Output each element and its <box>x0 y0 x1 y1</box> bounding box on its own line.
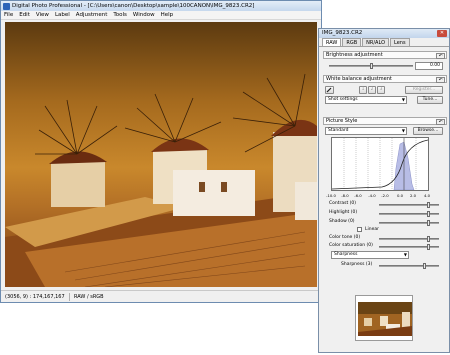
image-preview[interactable] <box>5 22 317 287</box>
tick-label: -10.0 <box>326 193 336 198</box>
tick-label: 2.0 <box>409 193 417 198</box>
tone-curve-histogram[interactable] <box>331 137 429 191</box>
menu-adjustment[interactable]: Adjustment <box>76 12 108 18</box>
reset-icon[interactable]: ↶ <box>436 76 445 83</box>
menu-bar: File Edit View Label Adjustment Tools Wi… <box>1 11 321 20</box>
sharpness-slider-thumb[interactable] <box>423 263 426 269</box>
browse-button[interactable]: Browse... <box>413 127 443 135</box>
shadow-slider-thumb[interactable] <box>427 220 430 226</box>
register-button[interactable]: Register... <box>405 86 443 94</box>
dropdown-arrow-icon: ▼ <box>401 128 405 133</box>
status-divider <box>69 292 70 301</box>
app-icon <box>3 2 10 10</box>
sharpness-label: Sharpness (3) <box>341 262 373 267</box>
highlight-label: Highlight (0) <box>329 210 358 215</box>
tick-label: 0.0 <box>396 193 404 198</box>
menu-view[interactable]: View <box>36 12 49 18</box>
tab-lens[interactable]: Lens <box>390 38 410 46</box>
tab-rgb[interactable]: RGB <box>342 38 362 46</box>
pixel-readout: (3056, 9) : 174,167,167 <box>5 293 65 300</box>
palette-title-bar[interactable]: IMG_9823.CR2 ✕ <box>319 29 449 38</box>
reset-icon[interactable]: ↶ <box>436 52 445 59</box>
menu-help[interactable]: Help <box>161 12 174 18</box>
brightness-header: Brightness adjustment ↶ <box>323 51 447 59</box>
picture-style-select-value: Standard <box>328 128 349 133</box>
linear-checkbox[interactable] <box>357 227 362 232</box>
dropdown-arrow-icon: ▼ <box>401 97 405 102</box>
window-title: Digital Photo Professional - [C:\Users\c… <box>12 3 255 9</box>
white-balance-label: White balance adjustment <box>326 76 392 82</box>
wb-step-3-button[interactable]: 3 <box>377 86 385 94</box>
menu-label[interactable]: Label <box>55 12 70 18</box>
menu-window[interactable]: Window <box>133 12 155 18</box>
picture-style-section: Picture Style ↶ <box>323 117 447 125</box>
color-tone-label: Color tone (0) <box>329 235 361 240</box>
linear-label: Linear <box>365 227 379 232</box>
wb-step-1-button[interactable]: 1 <box>359 86 367 94</box>
color-saturation-slider-thumb[interactable] <box>427 244 430 250</box>
contrast-slider-thumb[interactable] <box>427 202 430 208</box>
white-balance-select-value: Shot settings <box>328 97 358 102</box>
menu-tools[interactable]: Tools <box>113 12 127 18</box>
color-mode: RAW / sRGB <box>74 293 104 300</box>
picture-style-label: Picture Style <box>326 118 358 124</box>
brightness-section: Brightness adjustment ↶ <box>323 51 447 59</box>
tab-raw[interactable]: RAW <box>322 38 342 46</box>
brightness-slider-thumb[interactable] <box>369 63 373 69</box>
tick-label: -6.0 <box>354 193 362 198</box>
highlight-slider[interactable] <box>379 211 439 217</box>
tool-palette: IMG_9823.CR2 ✕ RAW RGB NR/ALO Lens Brigh… <box>318 28 450 353</box>
tick-label: -4.0 <box>368 193 376 198</box>
tick-label: -8.0 <box>341 193 349 198</box>
reset-icon[interactable]: ↶ <box>436 118 445 125</box>
contrast-slider[interactable] <box>379 202 439 208</box>
palette-title: IMG_9823.CR2 <box>322 30 363 36</box>
tone-curve-graphic <box>331 138 429 191</box>
brightness-value-field[interactable]: 0.00 <box>415 62 443 70</box>
sharpness-slider[interactable] <box>379 263 439 269</box>
title-bar[interactable]: Digital Photo Professional - [C:\Users\c… <box>1 1 321 11</box>
sharpness-mode-select[interactable]: Sharpness ▼ <box>331 251 409 259</box>
picture-style-select[interactable]: Standard ▼ <box>325 127 407 135</box>
brightness-slider[interactable] <box>329 63 413 69</box>
color-tone-slider[interactable] <box>379 236 439 242</box>
brightness-label: Brightness adjustment <box>326 52 383 58</box>
eyedropper-glyph <box>326 87 332 93</box>
shadow-label: Shadow (0) <box>329 219 355 224</box>
color-tone-slider-thumb[interactable] <box>427 236 430 242</box>
close-icon[interactable]: ✕ <box>437 30 447 37</box>
menu-edit[interactable]: Edit <box>19 12 30 18</box>
color-saturation-label: Color saturation (0) <box>329 243 373 248</box>
tune-button[interactable]: Tune... <box>417 96 443 104</box>
picture-style-header: Picture Style ↶ <box>323 117 447 125</box>
sharpness-mode-value: Sharpness <box>334 252 358 257</box>
thumbnail-photo <box>358 302 412 336</box>
wb-step-2-button[interactable]: 2 <box>368 86 376 94</box>
navigator-thumbnail[interactable] <box>355 295 413 341</box>
highlight-slider-thumb[interactable] <box>427 211 430 217</box>
windmill-photo <box>5 73 317 287</box>
palette-tabs: RAW RGB NR/ALO Lens <box>319 38 449 47</box>
dropdown-arrow-icon: ▼ <box>403 252 407 257</box>
menu-file[interactable]: File <box>4 12 13 18</box>
tab-nr-alo[interactable]: NR/ALO <box>362 38 390 46</box>
tick-label: 4.0 <box>423 193 431 198</box>
contrast-label: Contrast (0) <box>329 201 357 206</box>
tick-label: -2.0 <box>381 193 389 198</box>
status-bar: (3056, 9) : 174,167,167 RAW / sRGB <box>1 290 321 302</box>
color-saturation-slider[interactable] <box>379 244 439 250</box>
main-window: Digital Photo Professional - [C:\Users\c… <box>0 0 322 303</box>
tone-curve-ticks: -10.0 -8.0 -6.0 -4.0 -2.0 0.0 2.0 4.0 <box>326 193 437 199</box>
eyedropper-icon[interactable] <box>325 86 334 94</box>
white-balance-select[interactable]: Shot settings ▼ <box>325 96 407 104</box>
shadow-slider[interactable] <box>379 220 439 226</box>
white-balance-section: White balance adjustment ↶ <box>323 75 447 83</box>
white-balance-header: White balance adjustment ↶ <box>323 75 447 83</box>
